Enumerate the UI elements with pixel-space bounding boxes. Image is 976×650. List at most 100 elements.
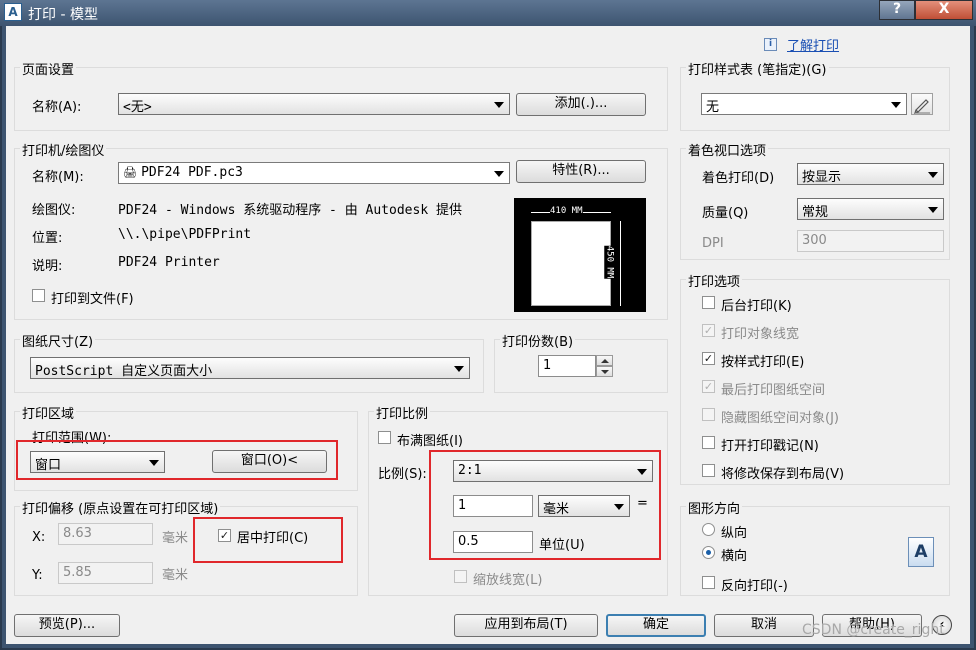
option-paperspace-last-label: 最后打印图纸空间	[721, 383, 826, 398]
chevron-up-icon	[601, 359, 609, 363]
print-to-file-checkbox[interactable]	[32, 289, 45, 302]
scale-lineweights-label: 缩放线宽(L)	[473, 573, 543, 588]
location-label: 位置:	[32, 231, 63, 246]
landscape-label: 横向	[721, 549, 748, 564]
highlight-plot-area	[16, 440, 338, 480]
ok-button[interactable]: 确定	[606, 614, 706, 637]
option-hide-objects-checkbox[interactable]	[702, 408, 715, 421]
paper-sheet	[531, 221, 611, 306]
copies-spin-up[interactable]	[596, 355, 613, 366]
orientation-preview-icon: A	[908, 537, 934, 567]
plot-scale-title: 打印比例	[374, 403, 431, 422]
edit-pen-button[interactable]	[911, 93, 933, 115]
offset-x-input[interactable]: 8.63	[58, 523, 153, 545]
chevron-down-icon	[928, 172, 938, 178]
chevron-down-icon	[494, 171, 504, 177]
fit-to-paper-checkbox[interactable]	[378, 431, 391, 444]
plot-area-title: 打印区域	[20, 403, 77, 422]
highlight-plot-scale	[429, 450, 661, 560]
preview-height-text: 450 MM	[604, 245, 615, 279]
pen-icon	[914, 99, 930, 114]
watermark-text: CSDN @create_right	[802, 622, 945, 638]
chevron-down-icon	[928, 207, 938, 213]
landscape-radio[interactable]	[702, 546, 715, 559]
shaded-viewport-title: 着色视口选项	[686, 140, 769, 159]
option-lineweights-checkbox[interactable]: ✓	[702, 324, 715, 337]
plot-style-value: 无	[706, 100, 720, 115]
option-paperspace-last-checkbox[interactable]: ✓	[702, 380, 715, 393]
print-to-file-label: 打印到文件(F)	[51, 292, 134, 307]
paper-size-title: 图纸尺寸(Z)	[20, 331, 96, 350]
quality-value: 常规	[802, 205, 829, 220]
title-close-button[interactable]: X	[915, 0, 973, 20]
cancel-button[interactable]: 取消	[714, 614, 814, 637]
option-plot-styles-checkbox[interactable]: ✓	[702, 352, 715, 365]
shade-plot-value: 按显示	[802, 170, 842, 185]
plot-offset-title: 打印偏移 (原点设置在可打印区域)	[20, 498, 221, 517]
apply-to-layout-button[interactable]: 应用到布局(T)	[454, 614, 598, 637]
chevron-down-icon	[454, 366, 464, 372]
radio-selected-dot	[706, 550, 711, 555]
printer-icon: 🖨	[123, 166, 137, 179]
option-save-layout-label: 将修改保存到布局(V)	[721, 467, 845, 482]
chevron-down-icon	[601, 370, 609, 374]
copies-title: 打印份数(B)	[500, 331, 576, 350]
printer-name-combo[interactable]: 🖨 PDF24 PDF.pc3	[118, 162, 510, 184]
preview-button[interactable]: 预览(P)...	[14, 614, 120, 637]
autocad-app-icon: A	[4, 3, 22, 21]
window-title: 打印 - 模型	[28, 7, 98, 23]
printer-name-value: PDF24 PDF.pc3	[141, 165, 243, 180]
shade-plot-combo[interactable]: 按显示	[797, 163, 944, 185]
paper-size-value: PostScript 自定义页面大小	[35, 364, 213, 379]
page-setup-name-combo[interactable]: <无>	[118, 93, 510, 115]
option-background-label: 后台打印(K)	[721, 299, 792, 314]
scale-label: 比例(S):	[378, 467, 427, 482]
learn-plotting-link[interactable]: 了解打印	[787, 35, 839, 54]
option-background-checkbox[interactable]	[702, 296, 715, 309]
option-plot-stamp-label: 打开打印戳记(N)	[721, 439, 819, 454]
portrait-radio[interactable]	[702, 523, 715, 536]
height-dimension-line	[620, 221, 621, 306]
info-icon: i	[764, 38, 777, 51]
fit-to-paper-label: 布满图纸(I)	[397, 434, 463, 449]
plotter-value: PDF24 - Windows 系统驱动程序 - 由 Autodesk 提供	[118, 203, 462, 218]
description-value: PDF24 Printer	[118, 255, 220, 270]
option-plot-styles-label: 按样式打印(E)	[721, 355, 805, 370]
plotter-label: 绘图仪:	[32, 203, 76, 218]
printer-title: 打印机/绘图仪	[20, 140, 107, 159]
option-lineweights-label: 打印对象线宽	[721, 327, 800, 342]
option-save-layout-checkbox[interactable]	[702, 464, 715, 477]
quality-label: 质量(Q)	[702, 206, 749, 221]
offset-y-unit: 毫米	[162, 568, 189, 583]
offset-x-label: X:	[32, 530, 46, 545]
add-page-setup-button[interactable]: 添加(.)...	[516, 93, 646, 116]
scale-lineweights-checkbox[interactable]	[454, 570, 467, 583]
reverse-plot-checkbox[interactable]	[702, 576, 715, 589]
portrait-label: 纵向	[721, 526, 748, 541]
copies-input[interactable]: 1	[538, 355, 596, 377]
dpi-input[interactable]: 300	[797, 230, 944, 252]
shade-plot-label: 着色打印(D)	[702, 171, 775, 186]
printer-name-label: 名称(M):	[32, 170, 84, 185]
description-label: 说明:	[32, 259, 63, 274]
title-help-button[interactable]: ?	[879, 0, 915, 20]
chevron-down-icon	[494, 102, 504, 108]
copies-spin-down[interactable]	[596, 366, 613, 377]
option-hide-objects-label: 隐藏图纸空间对象(J)	[721, 411, 839, 426]
option-plot-stamp-checkbox[interactable]	[702, 436, 715, 449]
orientation-title: 图形方向	[686, 498, 743, 517]
printer-properties-button[interactable]: 特性(R)...	[516, 160, 646, 183]
offset-y-input[interactable]: 5.85	[58, 562, 153, 584]
plot-style-title: 打印样式表 (笔指定)(G)	[686, 59, 829, 78]
plot-options-title: 打印选项	[686, 271, 743, 290]
offset-x-unit: 毫米	[162, 531, 189, 546]
preview-width-text: 410 MM	[550, 206, 583, 216]
dpi-label: DPI	[702, 236, 724, 251]
quality-combo[interactable]: 常规	[797, 198, 944, 220]
paper-size-combo[interactable]: PostScript 自定义页面大小	[30, 357, 470, 379]
title-bar	[0, 0, 976, 26]
page-setup-name-value: <无>	[123, 100, 152, 115]
reverse-plot-label: 反向打印(-)	[721, 579, 788, 594]
plot-style-combo[interactable]: 无	[701, 93, 907, 115]
highlight-center-plot	[193, 517, 343, 563]
